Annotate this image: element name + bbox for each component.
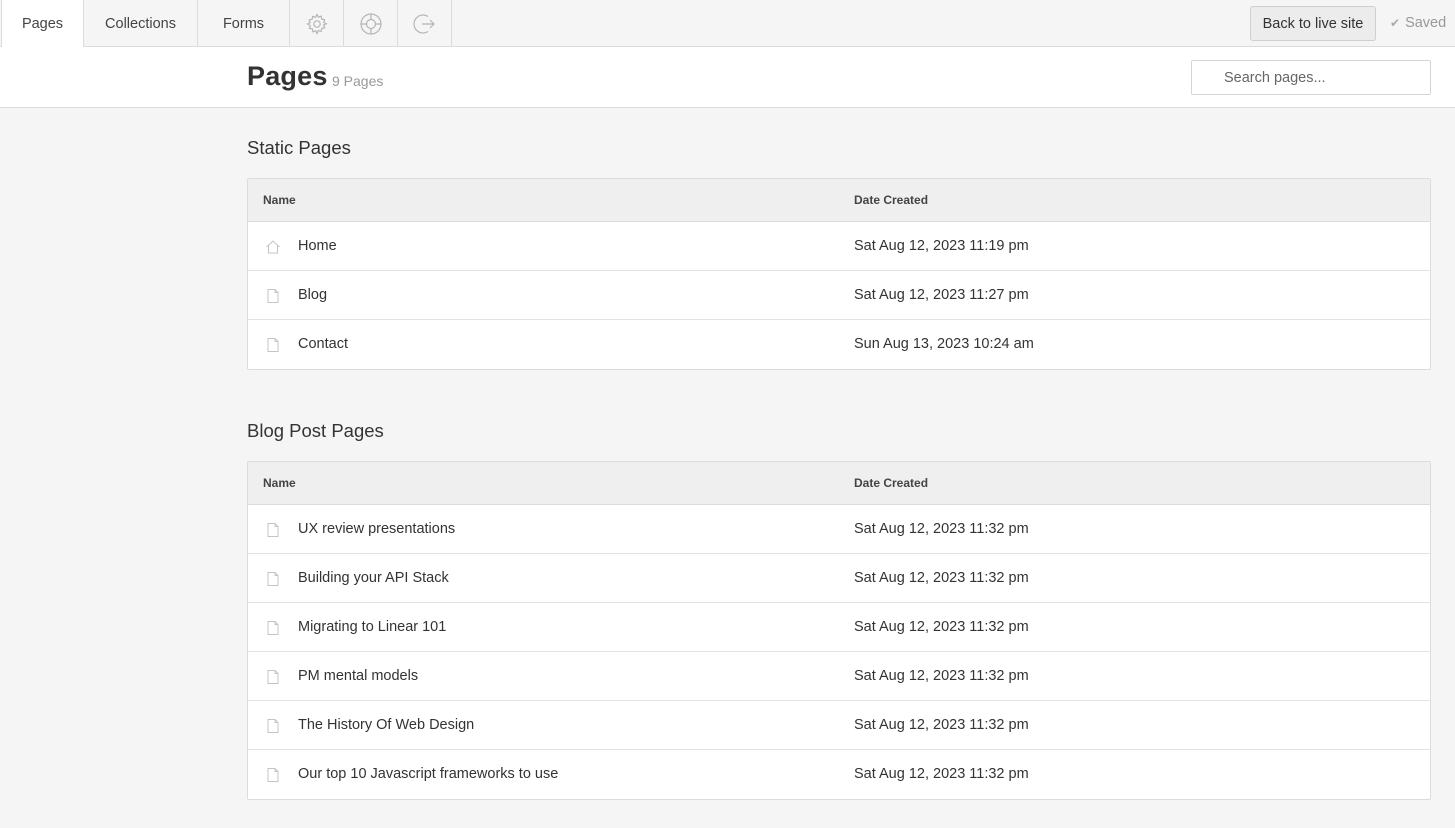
- saved-label: Saved: [1405, 15, 1447, 31]
- row-date: Sat Aug 12, 2023 11:32 pm: [854, 766, 1029, 782]
- blog-pages-table: Name Date Created UX review presentation…: [247, 461, 1431, 800]
- home-icon: [266, 240, 280, 254]
- static-pages-table: Name Date Created Home Sat Aug 12, 2023 …: [247, 178, 1431, 370]
- table-row[interactable]: UX review presentations Sat Aug 12, 2023…: [248, 505, 1430, 554]
- page-icon: [267, 621, 279, 635]
- page-icon: [267, 572, 279, 586]
- table-row[interactable]: Contact Sun Aug 13, 2023 10:24 am: [248, 320, 1430, 369]
- table-header: Name Date Created: [248, 462, 1430, 505]
- page-icon: [267, 289, 279, 303]
- table-row[interactable]: Our top 10 Javascript frameworks to use …: [248, 750, 1430, 799]
- page-icon: [267, 719, 279, 733]
- column-header-date: Date Created: [854, 476, 929, 490]
- tab-pages-label: Pages: [21, 16, 64, 32]
- row-name: Building your API Stack: [298, 570, 449, 586]
- row-name: PM mental models: [298, 668, 419, 684]
- tab-collections-label: Collections: [105, 15, 176, 32]
- blog-pages-heading: Blog Post Pages: [247, 420, 384, 441]
- row-name: Our top 10 Javascript frameworks to use: [298, 766, 559, 782]
- row-name: Blog: [298, 287, 328, 303]
- row-date: Sat Aug 12, 2023 11:32 pm: [854, 570, 1029, 586]
- row-name: Migrating to Linear 101: [298, 619, 447, 635]
- page-title: Pages: [247, 61, 328, 91]
- row-date: Sat Aug 12, 2023 11:32 pm: [854, 668, 1029, 684]
- page-count: 9 Pages: [332, 73, 384, 89]
- saved-status: ✔ Saved: [1390, 15, 1446, 31]
- table-row[interactable]: The History Of Web Design Sat Aug 12, 20…: [248, 701, 1430, 750]
- lifebuoy-icon: [359, 12, 382, 35]
- table-row[interactable]: Blog Sat Aug 12, 2023 11:27 pm: [248, 271, 1430, 320]
- column-header-name: Name: [263, 193, 296, 207]
- row-date: Sat Aug 12, 2023 11:27 pm: [854, 287, 1029, 303]
- page-icon: [267, 338, 279, 352]
- column-header-name: Name: [263, 476, 296, 490]
- row-name: The History Of Web Design: [298, 717, 475, 733]
- table-header: Name Date Created: [248, 179, 1430, 222]
- settings-tab[interactable]: [290, 0, 344, 47]
- row-name: Contact: [298, 336, 348, 352]
- logout-icon: [412, 13, 435, 34]
- row-date: Sun Aug 13, 2023 10:24 am: [854, 336, 1034, 352]
- row-date: Sat Aug 12, 2023 11:32 pm: [854, 717, 1029, 733]
- check-icon: ✔: [1390, 16, 1401, 30]
- page-icon: [267, 523, 279, 537]
- tab-collections[interactable]: Collections: [84, 0, 198, 47]
- table-row[interactable]: Migrating to Linear 101 Sat Aug 12, 2023…: [248, 603, 1430, 652]
- row-name: Home: [298, 238, 337, 254]
- row-date: Sat Aug 12, 2023 11:32 pm: [854, 521, 1029, 537]
- search-input[interactable]: [1192, 61, 1430, 94]
- tab-pages[interactable]: Pages: [1, 0, 84, 48]
- page-header: Pages 9 Pages: [0, 47, 1455, 108]
- row-date: Sat Aug 12, 2023 11:19 pm: [854, 238, 1029, 254]
- gear-icon: [305, 12, 328, 35]
- column-header-date: Date Created: [854, 193, 929, 207]
- row-name: UX review presentations: [298, 521, 456, 537]
- table-row[interactable]: Home Sat Aug 12, 2023 11:19 pm: [248, 222, 1430, 271]
- logout-tab[interactable]: [398, 0, 452, 47]
- help-tab[interactable]: [344, 0, 398, 47]
- search-box: [1191, 60, 1431, 95]
- tab-forms[interactable]: Forms: [198, 0, 290, 47]
- page-icon: [267, 768, 279, 782]
- table-row[interactable]: Building your API Stack Sat Aug 12, 2023…: [248, 554, 1430, 603]
- top-nav-bar: Pages Collections Forms Back to live sit…: [0, 0, 1455, 48]
- static-pages-heading: Static Pages: [247, 137, 351, 158]
- tab-forms-label: Forms: [222, 15, 265, 32]
- back-to-live-site-button[interactable]: Back to live site: [1250, 6, 1376, 41]
- page-icon: [267, 670, 279, 684]
- row-date: Sat Aug 12, 2023 11:32 pm: [854, 619, 1029, 635]
- table-row[interactable]: PM mental models Sat Aug 12, 2023 11:32 …: [248, 652, 1430, 701]
